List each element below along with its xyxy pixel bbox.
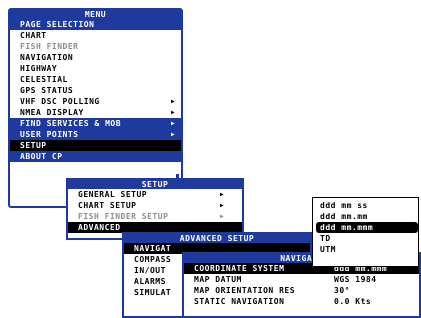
map-datum-value: WGS 1984	[334, 275, 377, 284]
submenu-arrow-icon: ▶	[220, 213, 225, 220]
general-setup-label: GENERAL SETUP	[78, 190, 148, 199]
map-orientation-label: MAP ORIENTATION RES	[194, 286, 296, 295]
menu-item-about[interactable]: ABOUT CP	[10, 151, 181, 162]
submenu-arrow-icon: ▶	[171, 131, 176, 138]
chart-setup-label: CHART SETUP	[78, 201, 137, 210]
find-services-label: FIND SERVICES & MOB	[20, 119, 122, 128]
menu-item-general-setup[interactable]: GENERAL SETUP ▶	[68, 189, 242, 200]
menu-item-find-services[interactable]: FIND SERVICES & MOB ▶	[10, 118, 181, 129]
coord-option-utm[interactable]: UTM	[313, 244, 418, 255]
coord-option-td[interactable]: TD	[313, 233, 418, 244]
user-points-label: USER POINTS	[20, 130, 79, 139]
menu-item-chart-setup[interactable]: CHART SETUP ▶	[68, 200, 242, 211]
menu-item-setup[interactable]: SETUP	[10, 140, 181, 151]
nav-row-map-datum[interactable]: MAP DATUM WGS 1984	[184, 274, 419, 285]
setup-label: SETUP	[20, 141, 47, 150]
vhf-dsc-polling-label: VHF DSC POLLING	[20, 97, 100, 106]
submenu-arrow-icon: ▶	[220, 202, 225, 209]
fish-finder-setup-label: FISH FINDER SETUP	[78, 212, 169, 221]
page-selection-header: PAGE SELECTION	[10, 19, 181, 30]
setup-menu: SETUP GENERAL SETUP ▶ CHART SETUP ▶ FISH…	[66, 178, 244, 240]
coordinate-system-label: COORDINATE SYSTEM	[194, 264, 285, 273]
coord-option-ddd-mm-ss[interactable]: ddd mm ss	[313, 200, 418, 211]
nav-row-static-navigation[interactable]: STATIC NAVIGATION 0.0 Kts	[184, 296, 419, 307]
menu-item-highway[interactable]: HIGHWAY	[10, 63, 181, 74]
menu-item-nmea-display[interactable]: NMEA DISPLAY ▶	[10, 107, 181, 118]
static-navigation-value: 0.0 Kts	[334, 297, 372, 306]
submenu-arrow-icon: ▶	[220, 191, 225, 198]
main-menu-title: MENU	[10, 10, 181, 19]
coord-option-ddd-mm-mm[interactable]: ddd mm.mm	[313, 211, 418, 222]
coord-option-ddd-mm-mmm[interactable]: ddd mm.mmm	[316, 222, 418, 233]
menu-item-fish-finder-setup: FISH FINDER SETUP ▶	[68, 211, 242, 222]
setup-menu-title: SETUP	[68, 180, 242, 189]
submenu-arrow-icon: ▶	[171, 98, 176, 105]
map-datum-label: MAP DATUM	[194, 275, 242, 284]
coordinate-options-list: ddd mm ss ddd mm.mm ddd mm.mmm TD UTM	[312, 197, 419, 267]
map-orientation-value: 30°	[334, 286, 350, 295]
menu-item-celestial[interactable]: CELESTIAL	[10, 74, 181, 85]
advanced-setup-title: ADVANCED SETUP	[124, 234, 310, 243]
menu-item-user-points[interactable]: USER POINTS ▶	[10, 129, 181, 140]
submenu-arrow-icon: ▶	[171, 120, 176, 127]
submenu-arrow-icon: ▶	[171, 109, 176, 116]
menu-item-vhf-dsc-polling[interactable]: VHF DSC POLLING ▶	[10, 96, 181, 107]
nav-row-map-orientation-res[interactable]: MAP ORIENTATION RES 30°	[184, 285, 419, 296]
menu-item-gps-status[interactable]: GPS STATUS	[10, 85, 181, 96]
menu-item-fish-finder: FISH FINDER	[20, 42, 79, 51]
menu-item-chart[interactable]: CHART	[10, 30, 181, 41]
nmea-display-label: NMEA DISPLAY	[20, 108, 84, 117]
static-navigation-label: STATIC NAVIGATION	[194, 297, 285, 306]
menu-item-navigation[interactable]: NAVIGATION	[10, 52, 181, 63]
